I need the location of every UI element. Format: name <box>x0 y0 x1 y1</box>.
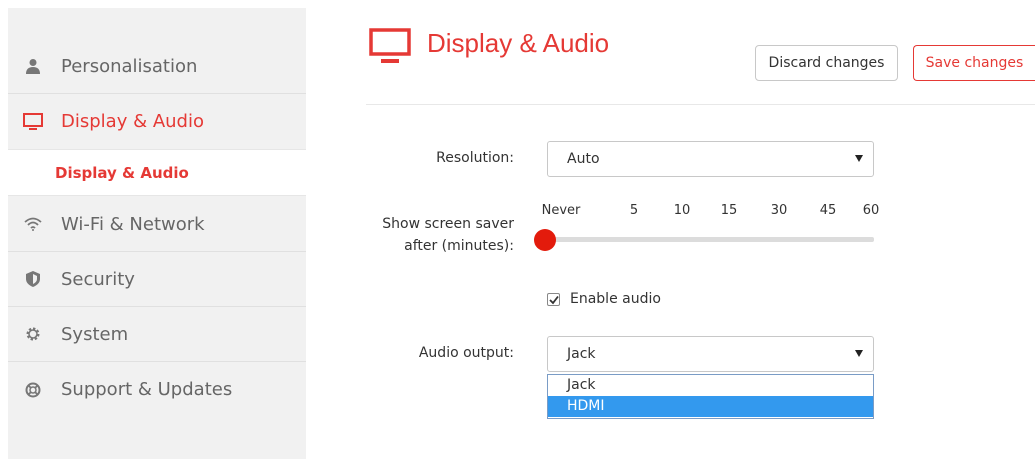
sidebar-item-label: Security <box>61 268 135 290</box>
tick-label: 5 <box>629 203 639 218</box>
tick-label: 30 <box>770 203 788 218</box>
monitor-icon <box>369 28 411 66</box>
audio-output-label: Audio output: <box>418 345 514 361</box>
screen-saver-ticks: Never 5 10 15 30 45 60 <box>542 203 880 223</box>
tick-label: 60 <box>862 203 880 218</box>
sidebar-item-security[interactable]: Security <box>8 252 306 307</box>
checkmark-icon <box>548 295 559 304</box>
enable-audio-checkbox[interactable] <box>547 293 560 306</box>
screen-saver-label: Show screen saver after (minutes): <box>360 213 514 257</box>
tick-label: 15 <box>720 203 738 218</box>
caret-down-icon <box>855 350 863 357</box>
sidebar-item-system[interactable]: System <box>8 307 306 362</box>
audio-output-value: Jack <box>567 346 596 362</box>
sidebar-item-label: Personalisation <box>61 55 198 77</box>
sidebar-item-support-updates[interactable]: Support & Updates <box>8 362 306 417</box>
person-icon <box>23 56 43 76</box>
page-title: Display & Audio <box>427 28 610 58</box>
tick-label: 10 <box>673 203 691 218</box>
sidebar-item-label: Support & Updates <box>61 379 233 400</box>
wifi-icon <box>23 214 43 234</box>
sidebar-item-label: Display & Audio <box>61 111 204 132</box>
header-divider <box>366 104 1035 105</box>
screen-saver-label-line1: Show screen saver <box>382 216 514 232</box>
caret-down-icon <box>855 155 863 162</box>
monitor-icon <box>23 112 43 132</box>
audio-output-select[interactable]: Jack <box>547 336 874 372</box>
sidebar-item-label: Wi-Fi & Network <box>61 213 205 235</box>
tick-label: Never <box>541 203 581 218</box>
audio-output-dropdown: Jack HDMI <box>547 374 874 419</box>
screen-saver-label-line2: after (minutes): <box>404 238 514 254</box>
screen-saver-slider-handle[interactable] <box>534 229 556 251</box>
discard-changes-button[interactable]: Discard changes <box>755 45 898 81</box>
sidebar: Personalisation Display & Audio Display … <box>8 8 306 459</box>
sidebar-item-personalisation[interactable]: Personalisation <box>8 39 306 94</box>
sidebar-item-display-audio[interactable]: Display & Audio <box>8 94 306 149</box>
sidebar-subitem-display-audio[interactable]: Display & Audio <box>8 149 306 196</box>
audio-option-jack[interactable]: Jack <box>548 375 873 396</box>
tick-label: 45 <box>819 203 837 218</box>
enable-audio-label: Enable audio <box>570 291 661 307</box>
sidebar-item-label: System <box>61 323 129 345</box>
screen-saver-slider-track[interactable] <box>547 237 874 242</box>
gear-icon <box>23 324 43 344</box>
audio-option-hdmi[interactable]: HDMI <box>548 396 873 417</box>
lifebuoy-icon <box>23 380 43 400</box>
shield-icon <box>23 269 43 289</box>
sidebar-item-wifi-network[interactable]: Wi-Fi & Network <box>8 197 306 252</box>
save-changes-button[interactable]: Save changes <box>913 45 1035 81</box>
resolution-value: Auto <box>567 151 600 167</box>
resolution-label: Resolution: <box>436 150 514 166</box>
resolution-select[interactable]: Auto <box>547 141 874 177</box>
